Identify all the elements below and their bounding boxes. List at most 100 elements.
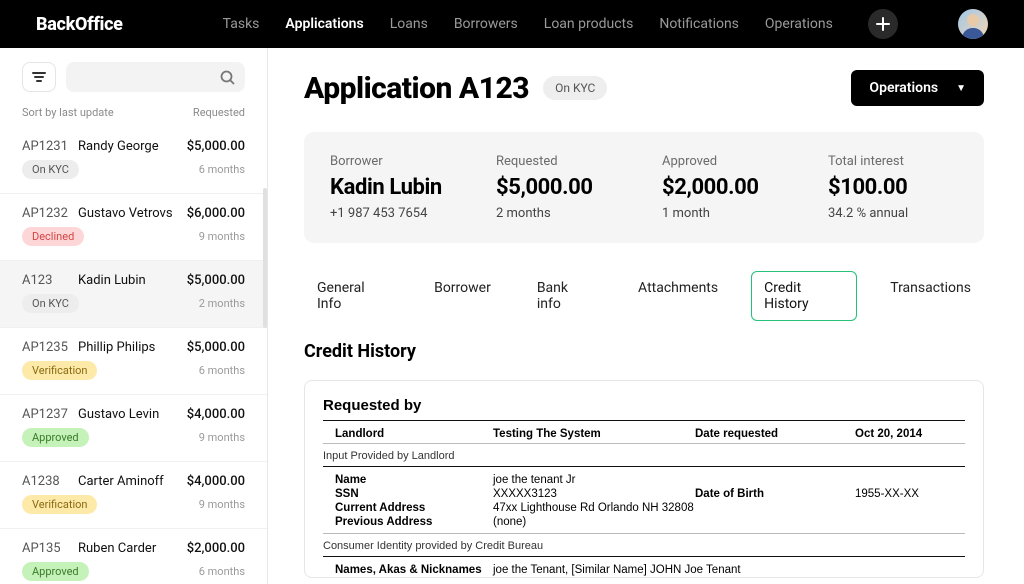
- doc-nicknames-label: Names, Akas & Nicknames: [323, 564, 493, 576]
- search-icon: [220, 70, 235, 85]
- application-list-item[interactable]: AP1231Randy George$5,000.00On KYC6 month…: [0, 127, 267, 194]
- summary-label: Approved: [662, 154, 792, 169]
- doc-field-value: 1955-XX-XX: [855, 488, 965, 500]
- nav-item-loans[interactable]: Loans: [390, 16, 428, 32]
- application-status-badge: Verification: [22, 495, 97, 514]
- nav-item-tasks[interactable]: Tasks: [223, 16, 260, 32]
- doc-field-label: Date of Birth: [695, 488, 855, 500]
- application-duration: 2 months: [199, 297, 245, 310]
- summary-subvalue: 1 month: [662, 206, 792, 221]
- doc-date-requested-label: Date requested: [695, 428, 855, 440]
- application-list-item[interactable]: AP135Ruben Carder$2,000.00Approved6 mont…: [0, 529, 267, 584]
- application-list: AP1231 Randy George $5,000.00 On KYC 6 month…: [0, 127, 267, 584]
- top-nav: Tasks Applications Loans Borrowers Loan prod…: [223, 16, 868, 32]
- doc-field-label: [695, 516, 855, 528]
- summary-value: $5,000.00: [496, 175, 626, 200]
- application-list-item[interactable]: A123 Kadin Lubin $5,000.00 On KYC 2 months: [0, 261, 267, 328]
- application-borrower: Gustavo Levin: [78, 407, 179, 422]
- application-duration: 9 months: [199, 498, 245, 511]
- page-title: Application A123: [304, 71, 529, 106]
- tab-general-info[interactable]: General Info: [304, 271, 401, 321]
- summary-label: Borrower: [330, 154, 460, 169]
- nav-item-operations[interactable]: Operations: [765, 16, 833, 32]
- application-status-badge: On KYC: [22, 294, 79, 313]
- application-amount: $4,000.00: [187, 474, 245, 489]
- application-duration: 9 months: [199, 431, 245, 444]
- nav-item-applications[interactable]: Applications: [285, 16, 363, 32]
- sidebar: Sort by last update Requested AP1231Rand…: [0, 48, 268, 584]
- summary-value: $2,000.00: [662, 175, 792, 200]
- brand-logo: BackOffice: [36, 14, 123, 35]
- filter-button[interactable]: [22, 62, 56, 92]
- application-id: AP1232: [22, 206, 70, 221]
- application-borrower: Gustavo Vetrovs: [78, 206, 179, 221]
- tab-transactions[interactable]: Transactions: [877, 271, 984, 321]
- application-borrower: Randy George: [78, 139, 179, 154]
- nav-item-loan-products[interactable]: Loan products: [544, 16, 634, 32]
- application-status-badge: Approved: [22, 562, 89, 581]
- application-amount: $4,000.00: [187, 407, 245, 422]
- nav-item-notifications[interactable]: Notifications: [659, 16, 739, 32]
- doc-consumer-identity-label: Consumer Identity provided by Credit Bur…: [323, 540, 965, 552]
- application-duration: 6 months: [199, 364, 245, 377]
- avatar[interactable]: [958, 9, 988, 39]
- application-list-item[interactable]: AP1235Phillip Philips$5,000.00Verificati…: [0, 328, 267, 395]
- tab-borrower[interactable]: Borrower: [421, 271, 504, 321]
- application-id: AP1237: [22, 407, 70, 422]
- sort-label: Sort by last update: [22, 106, 114, 119]
- application-list-item[interactable]: AP1232 Gustavo Vetrovs $6,000.00 Declined 9 …: [0, 194, 267, 261]
- doc-field-value: [855, 516, 965, 528]
- summary-column: Approved $2,000.00 1 month: [662, 154, 792, 221]
- application-list-item[interactable]: AP1237 Gustavo Levin $4,000.00 Approved 9 mo…: [0, 395, 267, 462]
- doc-field-value: 47xx Lighthouse Rd Orlando NH 32808: [493, 502, 695, 514]
- doc-landlord-value: Testing The System: [493, 428, 695, 440]
- summary-label: Total interest: [828, 154, 958, 169]
- summary-column: Requested$5,000.002 months: [496, 154, 626, 221]
- application-id: AP1231: [22, 139, 70, 154]
- summary-column: Total interest$100.0034.2 % annual: [828, 154, 958, 221]
- doc-field-label: SSN: [323, 488, 493, 500]
- doc-field-label: Current Address: [323, 502, 493, 514]
- tab-bank-info[interactable]: Bank info: [524, 271, 605, 321]
- search-input[interactable]: [66, 62, 245, 92]
- summary-subvalue: 2 months: [496, 206, 626, 221]
- application-duration: 9 months: [199, 230, 245, 243]
- application-amount: $2,000.00: [187, 541, 245, 556]
- application-amount: $6,000.00: [187, 206, 245, 221]
- doc-field-label: [695, 474, 855, 486]
- filter-icon: [32, 71, 46, 83]
- application-id: A1238: [22, 474, 70, 489]
- nav-item-borrowers[interactable]: Borrowers: [454, 16, 518, 32]
- status-badge: On KYC: [543, 76, 607, 100]
- summary-panel: BorrowerKadin Lubin+1 987 453 7654Reques…: [304, 132, 984, 243]
- operations-button[interactable]: Operations ▼: [851, 70, 984, 106]
- application-amount: $5,000.00: [187, 340, 245, 355]
- summary-subvalue: +1 987 453 7654: [330, 206, 460, 221]
- main-content: Application A123 On KYC Operations ▼ Bor…: [268, 48, 1024, 584]
- chevron-down-icon: ▼: [956, 83, 966, 94]
- application-status-badge: Approved: [22, 428, 89, 447]
- application-id: A123: [22, 273, 70, 288]
- doc-field-value: joe the tenant Jr: [493, 474, 695, 486]
- add-button[interactable]: [868, 9, 898, 39]
- summary-subvalue: 34.2 % annual: [828, 206, 958, 221]
- application-status-badge: Verification: [22, 361, 97, 380]
- application-borrower: Kadin Lubin: [78, 273, 179, 288]
- doc-field-label: Name: [323, 474, 493, 486]
- application-borrower: Ruben Carder: [78, 541, 179, 556]
- doc-date-requested-value: Oct 20, 2014: [855, 428, 965, 440]
- application-id: AP135: [22, 541, 70, 556]
- doc-field-label: [695, 502, 855, 514]
- tabs: General Info Borrower Bank info Attachments…: [304, 271, 984, 321]
- tab-credit-history[interactable]: Credit History: [751, 271, 857, 321]
- application-status-badge: Declined: [22, 227, 84, 246]
- application-id: AP1235: [22, 340, 70, 355]
- doc-field-label: Previous Address: [323, 516, 493, 528]
- application-list-item[interactable]: A1238Carter Aminoff$4,000.00Verification…: [0, 462, 267, 529]
- application-amount: $5,000.00: [187, 273, 245, 288]
- tab-attachments[interactable]: Attachments: [625, 271, 731, 321]
- operations-label: Operations: [869, 80, 938, 96]
- doc-field-value: [855, 474, 965, 486]
- doc-landlord-label: Landlord: [323, 428, 493, 440]
- doc-field-value: (none): [493, 516, 695, 528]
